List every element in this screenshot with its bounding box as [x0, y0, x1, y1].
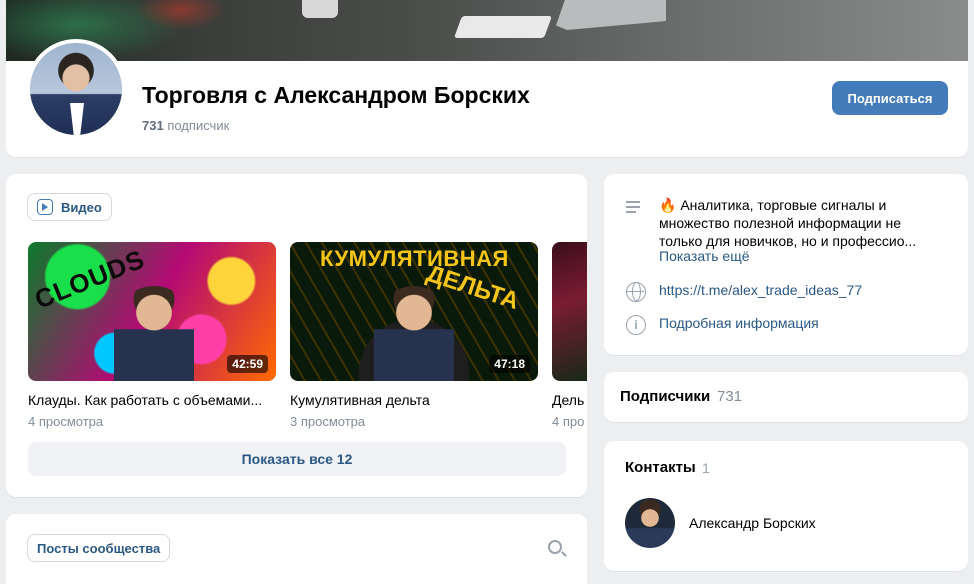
details-link[interactable]: Подробная информация [659, 315, 819, 331]
website-link[interactable]: https://t.me/alex_trade_ideas_77 [659, 282, 862, 298]
video-views: 4 просмотра [28, 414, 104, 429]
description-icon [626, 198, 646, 218]
video-thumbnail[interactable] [552, 242, 587, 381]
subscribers-label: подписчик [167, 118, 230, 133]
search-icon[interactable] [548, 540, 562, 554]
group-title: Торговля с Александром Борских [142, 82, 530, 108]
video-play-icon [37, 199, 53, 215]
info-section: 🔥 Аналитика, торговые сигналы и множеств… [604, 174, 968, 355]
subscribers-block-count: 731 [717, 388, 743, 405]
video-title[interactable]: Дель [552, 392, 587, 408]
subscribers-title: Подписчики [620, 388, 711, 405]
video-views: 4 про [552, 414, 585, 429]
contact-avatar[interactable] [625, 498, 675, 548]
group-header: Торговля с Александром Борских 731 подпи… [6, 39, 968, 157]
posts-section: Посты сообщества [6, 514, 587, 584]
video-views: 3 просмотра [290, 414, 366, 429]
thumbnail-caption: КУМУЛЯТИВНАЯ [320, 246, 509, 271]
video-title[interactable]: Клауды. Как работать с объемами... [28, 392, 276, 408]
video-thumbnail[interactable]: CLOUDS 42:59 [28, 242, 276, 381]
video-duration: 47:18 [489, 355, 530, 373]
subscribers-block[interactable]: Подписчики 731 [604, 372, 968, 422]
contacts-block: Контакты 1 Александр Борских [604, 441, 968, 571]
video-duration: 42:59 [227, 355, 268, 373]
group-avatar[interactable] [26, 39, 126, 139]
videos-section: Видео CLOUDS 42:59 Клауды. Как работать … [6, 174, 587, 497]
info-icon: i [626, 315, 646, 335]
show-all-videos-button[interactable]: Показать все 12 [28, 442, 566, 476]
contact-name[interactable]: Александр Борских [689, 515, 816, 531]
posts-tab[interactable]: Посты сообщества [27, 534, 171, 562]
videos-tab[interactable]: Видео [27, 193, 112, 221]
subscribers-count: 731 [142, 118, 164, 133]
video-title[interactable]: Кумулятивная дельта [290, 392, 538, 408]
subscribe-button[interactable]: Подписаться [832, 81, 948, 115]
contacts-count: 1 [702, 460, 710, 476]
cover-image [6, 0, 968, 62]
subscribers-summary[interactable]: 731 подписчик [142, 118, 229, 133]
show-more-link[interactable]: Показать ещё [659, 248, 750, 264]
video-thumbnail[interactable]: КУМУЛЯТИВНАЯ ДЕЛЬТА 47:18 [290, 242, 538, 381]
contacts-title[interactable]: Контакты [625, 459, 696, 476]
group-description: 🔥 Аналитика, торговые сигналы и множеств… [659, 197, 917, 249]
globe-icon [626, 282, 646, 302]
videos-tab-label: Видео [61, 199, 102, 215]
